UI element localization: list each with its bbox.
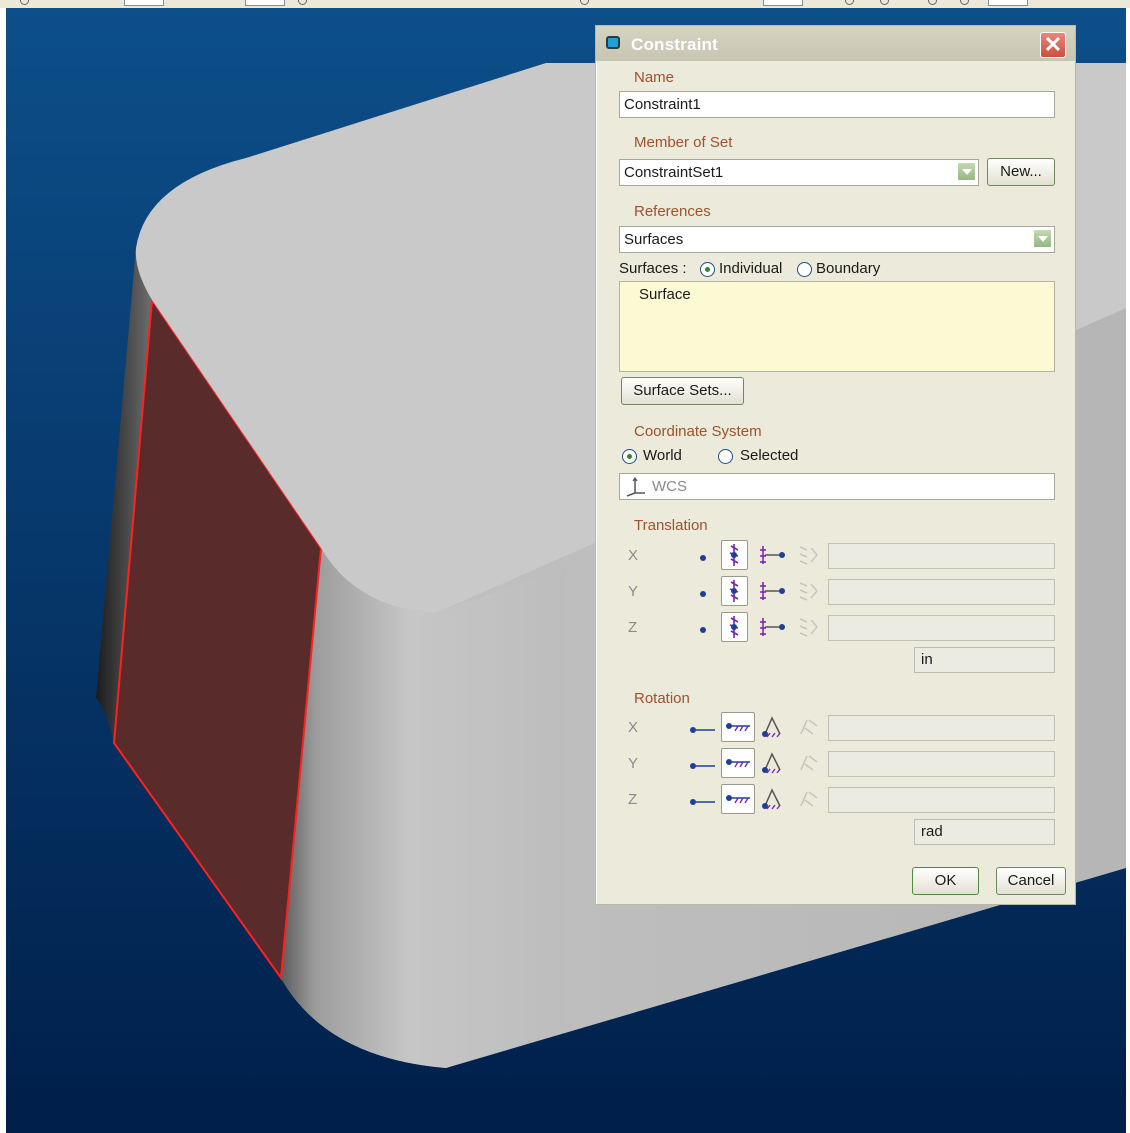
list-item[interactable]: Surface (639, 286, 691, 303)
prescribed-rotation-icon[interactable] (759, 714, 787, 740)
free-rotation-icon[interactable] (688, 792, 718, 812)
periodic-icon[interactable] (795, 578, 823, 604)
coordinate-system-value: WCS (652, 478, 687, 495)
selected-radio-label[interactable]: Selected (740, 447, 798, 464)
selected-radio[interactable] (718, 449, 733, 464)
member-of-set-value: ConstraintSet1 (624, 164, 724, 181)
fixed-rotation-icon (726, 759, 750, 768)
periodic-rotation-icon[interactable] (795, 714, 823, 740)
references-select[interactable]: Surfaces (619, 226, 1055, 253)
toolbar-icon[interactable] (880, 0, 889, 5)
rotation-label: Rotation (634, 690, 690, 707)
toolbar-field[interactable] (124, 0, 164, 6)
app-icon (606, 36, 620, 49)
rotation-z-label: Z (628, 791, 638, 808)
fixed-rotation-button[interactable] (721, 748, 755, 778)
model-rounded-corner (281, 548, 566, 1068)
fixed-icon (729, 580, 739, 602)
wcs-icon (626, 477, 645, 497)
fixed-icon (729, 544, 739, 566)
coordinate-system-field[interactable]: WCS (619, 473, 1055, 500)
surfaces-mode-label: Surfaces : (619, 260, 687, 277)
rotation-x-label: X (628, 719, 639, 736)
toolbar-field[interactable] (988, 0, 1028, 6)
translation-z-label: Z (628, 619, 638, 636)
coordinate-system-label: Coordinate System (634, 423, 762, 440)
translation-y-label: Y (628, 583, 639, 600)
translation-y-value (828, 579, 1055, 605)
toolbar-icon[interactable] (580, 0, 589, 5)
translation-label: Translation (634, 517, 708, 534)
member-of-set-label: Member of Set (634, 134, 733, 151)
ok-button[interactable]: OK (912, 867, 979, 895)
prescribed-icon[interactable] (759, 542, 789, 568)
fixed-icon (729, 616, 739, 638)
individual-radio[interactable] (700, 262, 715, 277)
chevron-down-icon[interactable] (1033, 229, 1052, 248)
toolbar-strip (0, 0, 1130, 8)
prescribed-rotation-icon[interactable] (759, 750, 787, 776)
free-icon[interactable] (695, 586, 711, 602)
individual-radio-label[interactable]: Individual (719, 260, 782, 277)
surface-sets-button[interactable]: Surface Sets... (621, 377, 744, 405)
new-set-button[interactable]: New... (987, 158, 1055, 186)
translation-x-label: X (628, 547, 639, 564)
dialog-title: Constraint (631, 35, 718, 54)
close-button[interactable]: ✕ (1040, 32, 1066, 58)
translation-x-value (828, 543, 1055, 569)
rotation-z-value (828, 787, 1055, 813)
references-label: References (634, 203, 711, 220)
prescribed-rotation-icon[interactable] (759, 786, 787, 812)
member-of-set-select[interactable]: ConstraintSet1 (619, 159, 979, 186)
name-field[interactable]: Constraint1 (619, 91, 1055, 118)
toolbar-field[interactable] (245, 0, 285, 6)
name-label: Name (634, 69, 675, 86)
dialog-titlebar[interactable]: Constraint ✕ (596, 26, 1075, 61)
translation-unit-field[interactable]: in (914, 647, 1055, 673)
world-radio[interactable] (622, 449, 637, 464)
prescribed-icon[interactable] (759, 578, 789, 604)
boundary-radio[interactable] (797, 262, 812, 277)
fixed-translation-button[interactable] (721, 540, 748, 570)
toolbar-icon[interactable] (20, 0, 29, 5)
constraint-dialog: Constraint ✕ Name Constraint1 Member of … (595, 25, 1076, 905)
fixed-translation-button[interactable] (721, 612, 748, 642)
boundary-radio-label[interactable]: Boundary (816, 260, 880, 277)
toolbar-field[interactable] (763, 0, 803, 6)
free-rotation-icon[interactable] (688, 720, 718, 740)
toolbar-icon[interactable] (298, 0, 307, 5)
periodic-rotation-icon[interactable] (795, 786, 823, 812)
toolbar-icon[interactable] (960, 0, 969, 5)
fixed-rotation-icon (726, 723, 750, 732)
free-icon[interactable] (695, 622, 711, 638)
fixed-rotation-icon (726, 795, 750, 804)
chevron-down-icon[interactable] (957, 162, 976, 181)
references-value: Surfaces (624, 231, 684, 248)
free-rotation-icon[interactable] (688, 756, 718, 776)
fixed-rotation-button[interactable] (721, 784, 755, 814)
surface-list[interactable]: Surface (619, 281, 1055, 372)
world-radio-label[interactable]: World (643, 447, 682, 464)
toolbar-icon[interactable] (928, 0, 937, 5)
rotation-y-label: Y (628, 755, 639, 772)
rotation-unit-field[interactable]: rad (914, 819, 1055, 845)
rotation-y-value (828, 751, 1055, 777)
fixed-translation-button[interactable] (721, 576, 748, 606)
periodic-icon[interactable] (795, 542, 823, 568)
cancel-button[interactable]: Cancel (996, 867, 1066, 895)
fixed-rotation-button[interactable] (721, 712, 755, 742)
toolbar-icon[interactable] (845, 0, 854, 5)
translation-z-value (828, 615, 1055, 641)
free-icon[interactable] (695, 550, 711, 566)
prescribed-icon[interactable] (759, 614, 789, 640)
rotation-x-value (828, 715, 1055, 741)
periodic-icon[interactable] (795, 614, 823, 640)
periodic-rotation-icon[interactable] (795, 750, 823, 776)
